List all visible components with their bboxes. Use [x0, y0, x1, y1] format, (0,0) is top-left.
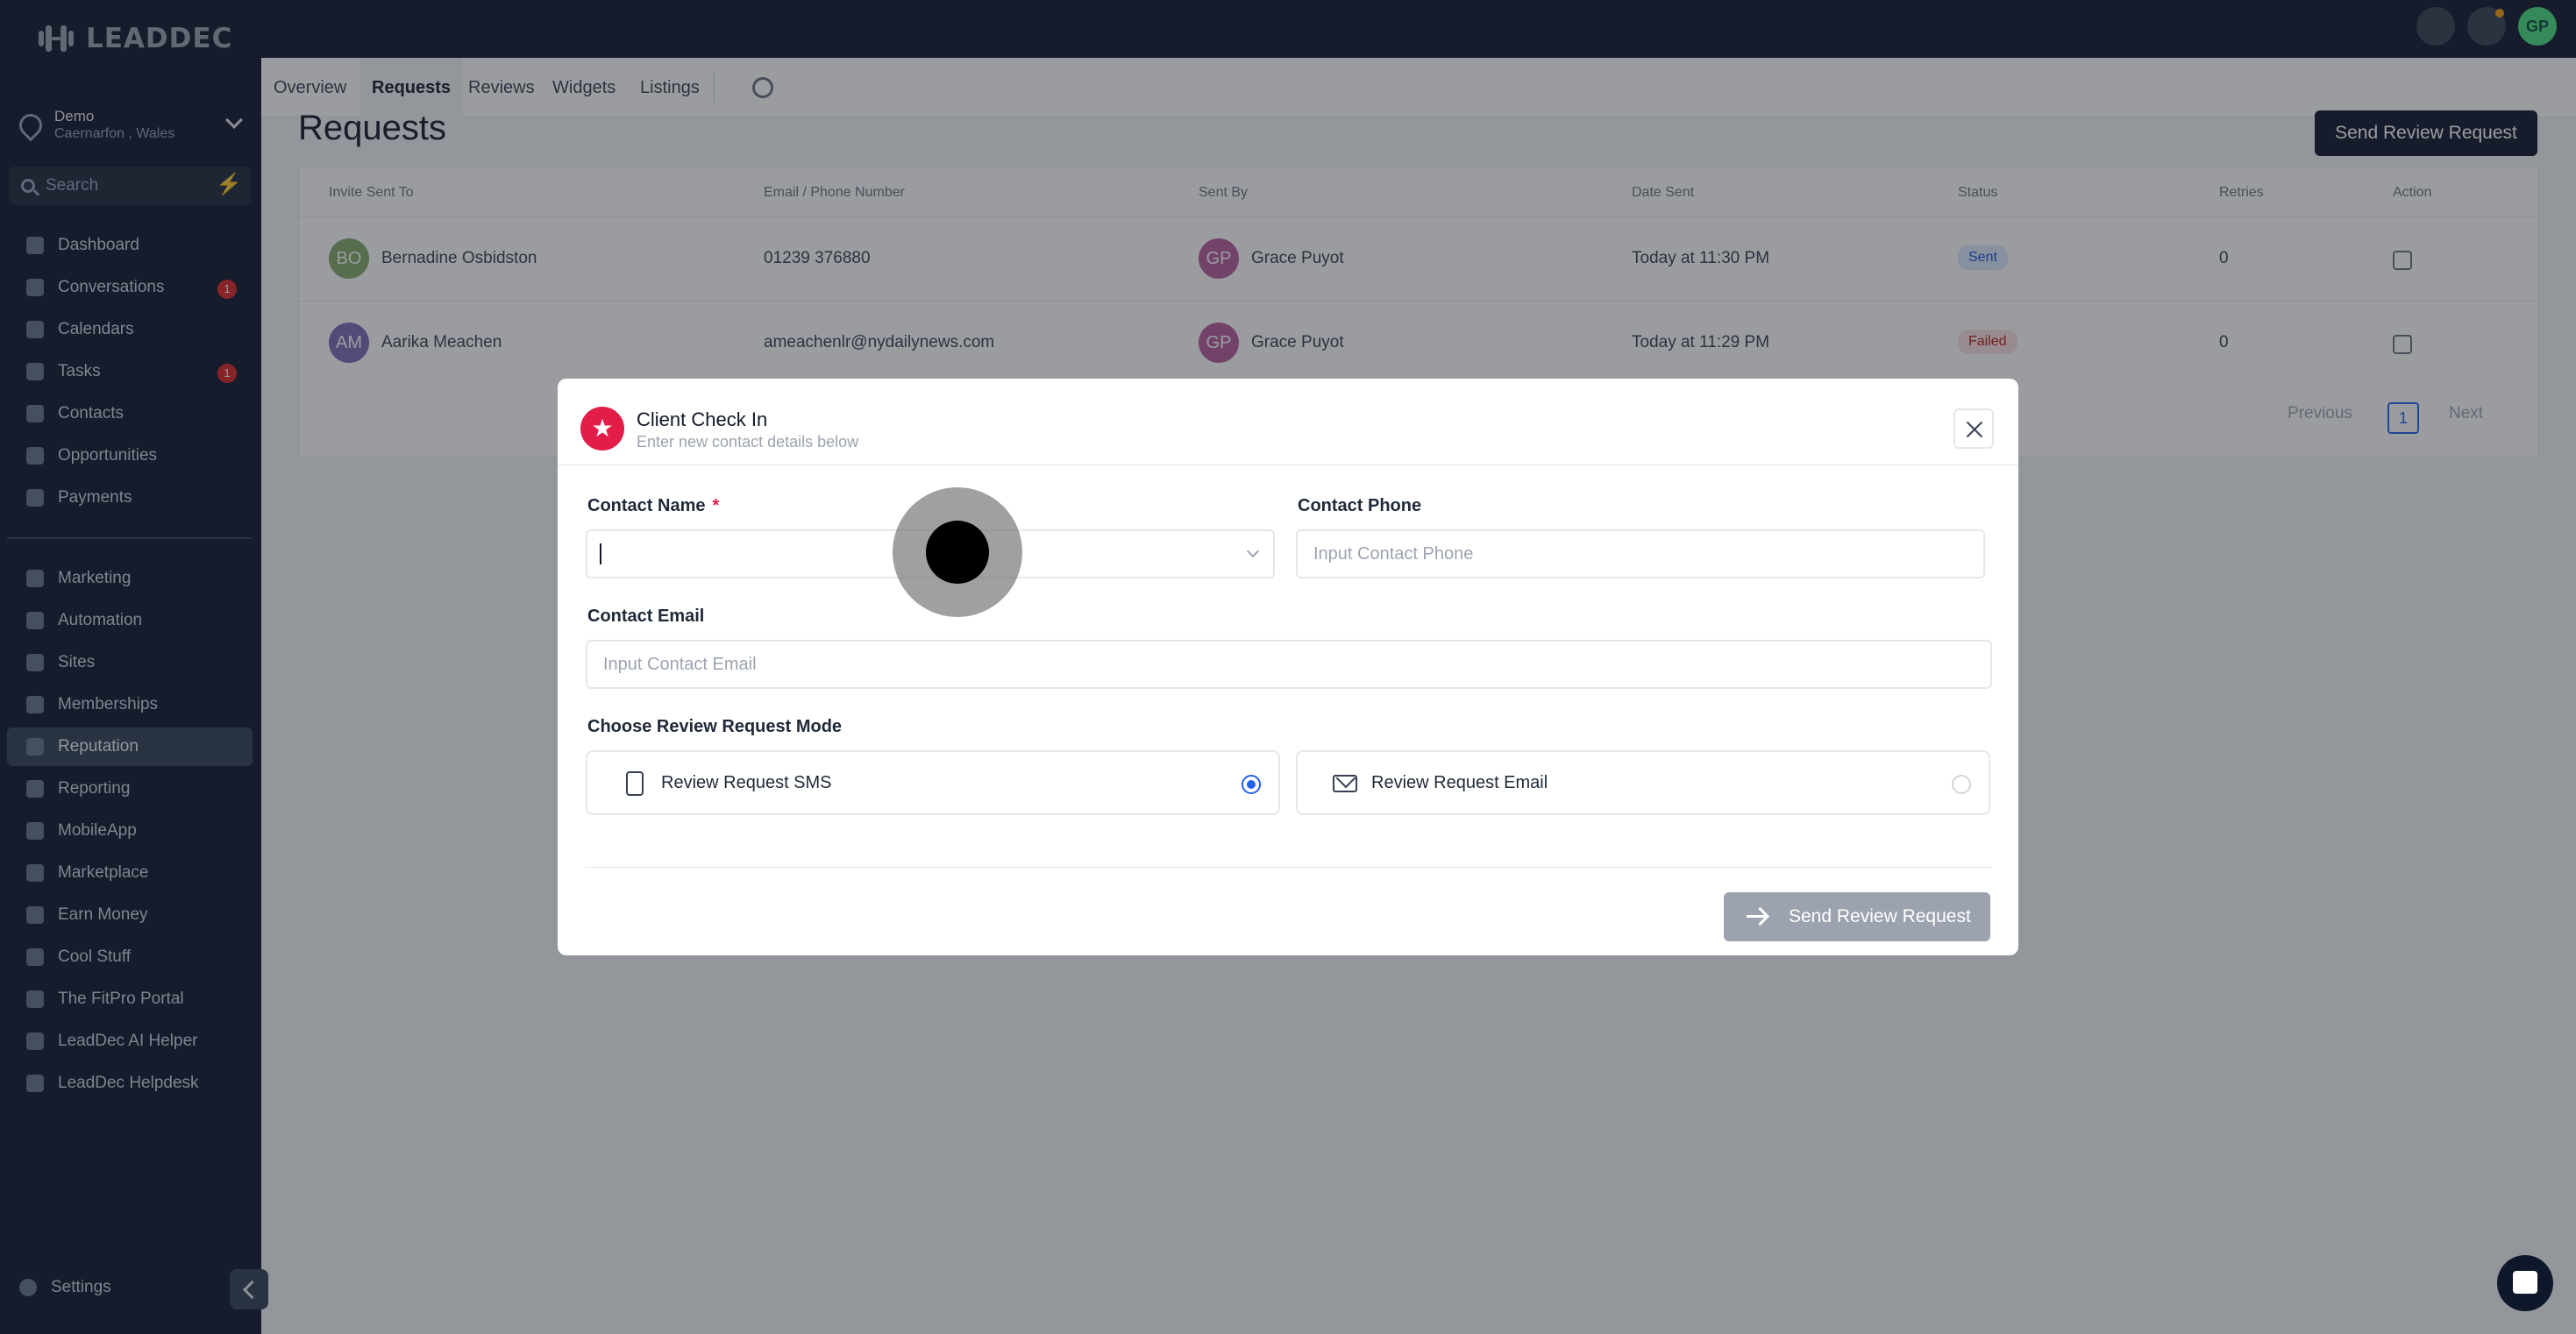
- contact-email-input[interactable]: Input Contact Email: [586, 640, 1992, 689]
- mobile-phone-icon: [626, 771, 644, 796]
- arrow-right-icon: [1747, 915, 1766, 918]
- send-review-request-submit[interactable]: Send Review Request: [1724, 892, 1990, 941]
- sms-radio[interactable]: [1242, 775, 1261, 794]
- chevron-down-icon: [1246, 544, 1260, 558]
- mode-sms-label: Review Request SMS: [661, 773, 832, 792]
- contact-email-label: Contact Email: [587, 607, 705, 626]
- mode-option-email[interactable]: Review Request Email: [1296, 750, 1990, 815]
- text-caret: [600, 543, 601, 564]
- envelope-icon: [1333, 775, 1357, 792]
- touch-indicator: [893, 487, 1022, 617]
- email-radio[interactable]: [1952, 775, 1971, 794]
- client-check-in-modal: ★ Client Check In Enter new contact deta…: [558, 379, 2018, 955]
- divider: [586, 867, 1992, 868]
- contact-name-label-text: Contact Name: [587, 496, 706, 515]
- modal-subtitle: Enter new contact details below: [637, 433, 859, 451]
- required-asterisk: *: [712, 496, 720, 515]
- contact-name-label: Contact Name *: [587, 496, 719, 516]
- chat-bubble-icon[interactable]: [2497, 1255, 2553, 1311]
- mode-option-sms[interactable]: Review Request SMS: [586, 750, 1280, 815]
- touch-indicator-center: [926, 521, 989, 584]
- modal-title: Client Check In: [637, 408, 768, 430]
- close-icon[interactable]: [1953, 408, 1994, 449]
- review-mode-label: Choose Review Request Mode: [587, 717, 843, 736]
- submit-label: Send Review Request: [1789, 906, 1971, 926]
- star-icon: ★: [580, 407, 624, 451]
- contact-phone-label: Contact Phone: [1298, 496, 1422, 515]
- mode-email-label: Review Request Email: [1371, 773, 1548, 792]
- contact-phone-input[interactable]: Input Contact Phone: [1296, 529, 1985, 578]
